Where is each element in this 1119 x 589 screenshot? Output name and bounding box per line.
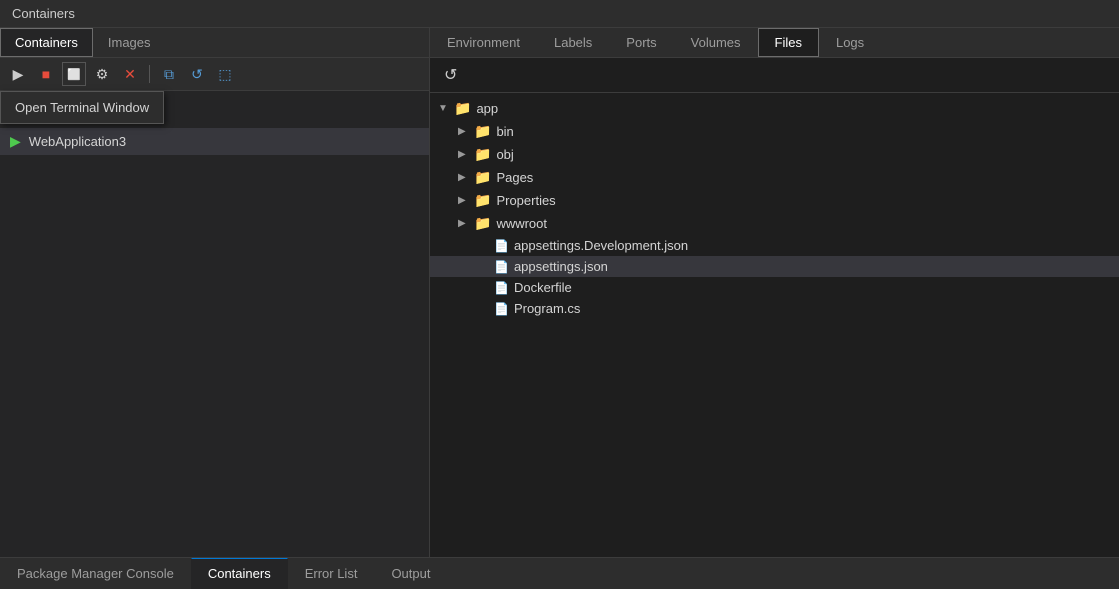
tree-item[interactable]: ▶ 📁 bin — [430, 120, 1119, 143]
tab-error-list[interactable]: Error List — [288, 558, 375, 589]
tree-item[interactable]: ▶ 📄 Dockerfile — [430, 277, 1119, 298]
chevron-icon: ▶ — [458, 126, 470, 137]
tooltip-text: Open Terminal Window — [15, 100, 149, 115]
file-icon: 📄 — [494, 281, 509, 295]
close-button[interactable]: ✕ — [118, 62, 142, 86]
file-icon: 📄 — [494, 239, 509, 253]
tab-ports[interactable]: Ports — [609, 28, 673, 57]
tree-item[interactable]: ▶ 📁 Pages — [430, 166, 1119, 189]
running-icon: ▶ — [10, 133, 21, 150]
file-icon: 📄 — [494, 302, 509, 316]
chevron-icon: ▶ — [458, 172, 470, 183]
chevron-icon: ▼ — [438, 103, 450, 114]
tree-item[interactable]: ▶ 📄 Program.cs — [430, 298, 1119, 319]
tab-package-manager[interactable]: Package Manager Console — [0, 558, 191, 589]
tab-logs[interactable]: Logs — [819, 28, 881, 57]
right-toolbar: ↺ — [430, 58, 1119, 93]
left-panel: Containers Images ▶ ■ ⬜ ⚙ ✕ ⧉ ↺ ⬚ Open T… — [0, 28, 430, 557]
tree-item-label: app — [476, 101, 498, 116]
folder-icon: 📁 — [474, 123, 491, 140]
chevron-icon: ▶ — [458, 195, 470, 206]
tab-containers-bottom[interactable]: Containers — [191, 558, 288, 589]
tab-files[interactable]: Files — [758, 28, 819, 57]
tab-labels[interactable]: Labels — [537, 28, 609, 57]
folder-icon: 📁 — [474, 169, 491, 186]
tree-item-label: Pages — [496, 170, 533, 185]
tab-images[interactable]: Images — [93, 28, 166, 57]
container-list[interactable]: ▶ WebApplication3 — [0, 124, 429, 557]
toolbar-row: ▶ ■ ⬜ ⚙ ✕ ⧉ ↺ ⬚ — [0, 58, 429, 91]
terminal-button[interactable]: ⬜ — [62, 62, 86, 86]
folder-icon: 📁 — [454, 100, 471, 117]
stop-button[interactable]: ■ — [34, 62, 58, 86]
tree-item[interactable]: ▶ 📁 Properties — [430, 189, 1119, 212]
folder-icon: 📁 — [474, 146, 491, 163]
chevron-icon: ▶ — [458, 149, 470, 160]
folder-icon: 📁 — [474, 215, 491, 232]
left-tabs-row: Containers Images — [0, 28, 429, 58]
header-tabs: Environment Labels Ports Volumes Files L… — [430, 28, 1119, 58]
copy-button[interactable]: ⧉ — [157, 62, 181, 86]
file-tree[interactable]: ▼ 📁 app ▶ 📁 bin ▶ 📁 obj ▶ 📁 Pages — [430, 93, 1119, 557]
chevron-icon: ▶ — [458, 218, 470, 229]
tree-item[interactable]: ▶ 📄 appsettings.json — [430, 256, 1119, 277]
tree-item-label: bin — [496, 124, 513, 139]
tab-containers[interactable]: Containers — [0, 28, 93, 57]
tree-item-label: Properties — [496, 193, 555, 208]
folder-icon: 📁 — [474, 192, 491, 209]
settings-button[interactable]: ⚙ — [90, 62, 114, 86]
container-name: WebApplication3 — [29, 134, 126, 149]
file-icon: 📄 — [494, 260, 509, 274]
tree-item-label: wwwroot — [496, 216, 547, 231]
list-item[interactable]: ▶ WebApplication3 — [0, 128, 429, 155]
tab-environment[interactable]: Environment — [430, 28, 537, 57]
tree-item-label: obj — [496, 147, 513, 162]
start-button[interactable]: ▶ — [6, 62, 30, 86]
tab-output[interactable]: Output — [374, 558, 447, 589]
more-button[interactable]: ⬚ — [213, 62, 237, 86]
tree-item-label: Program.cs — [514, 301, 580, 316]
title-text: Containers — [12, 6, 75, 21]
tree-item[interactable]: ▼ 📁 app — [430, 97, 1119, 120]
main-area: Containers Images ▶ ■ ⬜ ⚙ ✕ ⧉ ↺ ⬚ Open T… — [0, 28, 1119, 557]
tooltip-popup: Open Terminal Window — [0, 91, 164, 124]
title-bar: Containers — [0, 0, 1119, 28]
tree-item-label: appsettings.json — [514, 259, 608, 274]
tree-item[interactable]: ▶ 📁 wwwroot — [430, 212, 1119, 235]
refresh-right-button[interactable]: ↺ — [438, 62, 463, 88]
toolbar-separator-1 — [149, 65, 150, 83]
bottom-tabs: Package Manager Console Containers Error… — [0, 557, 1119, 589]
tab-volumes[interactable]: Volumes — [674, 28, 758, 57]
refresh-left-button[interactable]: ↺ — [185, 62, 209, 86]
tree-item-label: Dockerfile — [514, 280, 572, 295]
tree-item[interactable]: ▶ 📁 obj — [430, 143, 1119, 166]
right-panel: Environment Labels Ports Volumes Files L… — [430, 28, 1119, 557]
tree-item[interactable]: ▶ 📄 appsettings.Development.json — [430, 235, 1119, 256]
tree-item-label: appsettings.Development.json — [514, 238, 688, 253]
